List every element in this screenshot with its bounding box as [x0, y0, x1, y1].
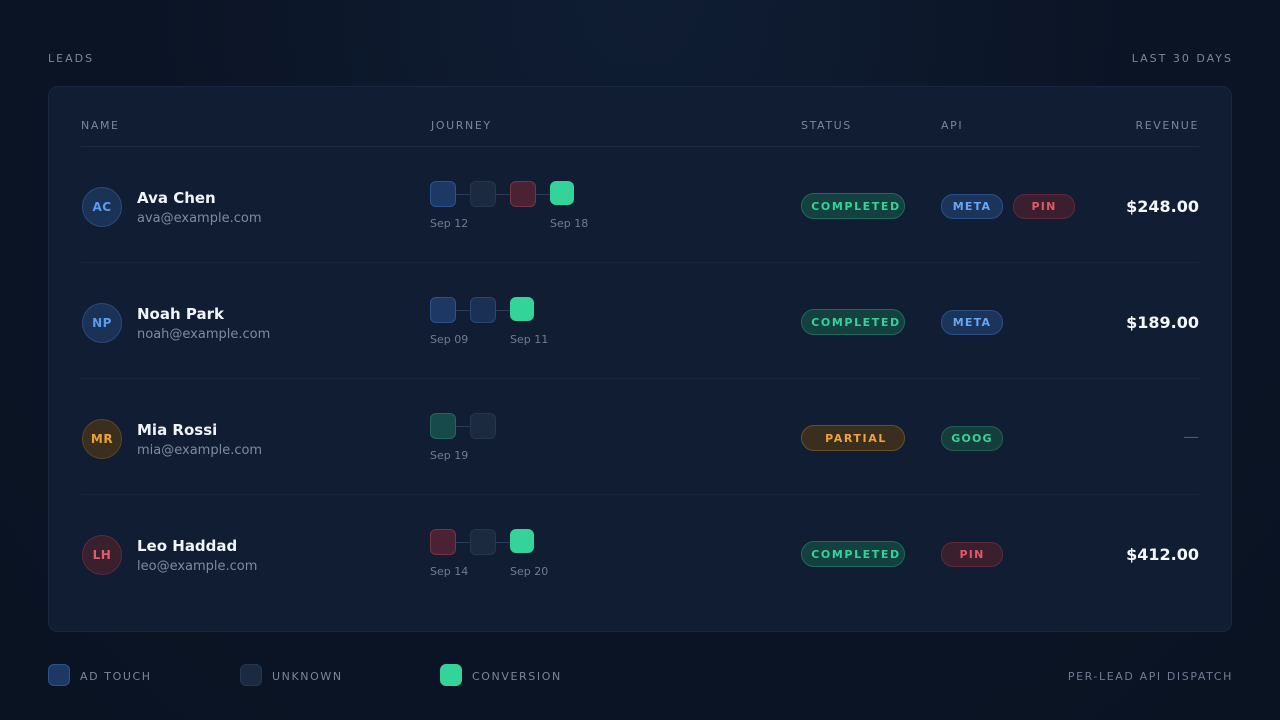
leads-table: NAME JOURNEY STATUS API REVENUE AC Ava C… — [48, 86, 1232, 632]
journey-start-date: Sep 19 — [430, 449, 469, 462]
column-header-name[interactable]: NAME — [81, 119, 120, 132]
status-badge: COMPLETED — [801, 309, 905, 335]
legend-label: CONVERSION — [472, 670, 562, 683]
journey-node-ad-touch[interactable] — [430, 529, 456, 555]
lead-email: ava@example.com — [137, 211, 262, 226]
avatar: MR — [82, 419, 122, 459]
lead-name: Mia Rossi — [137, 421, 218, 439]
avatar: LH — [82, 535, 122, 575]
table-row[interactable]: AC Ava Chen ava@example.com Sep 12 Sep 1… — [81, 147, 1199, 263]
journey-timeline: Sep 12 Sep 18 — [430, 181, 770, 241]
status-badge: PARTIAL — [801, 425, 905, 451]
lead-name: Leo Haddad — [137, 537, 238, 555]
journey-node-unknown[interactable] — [470, 413, 496, 439]
journey-timeline: Sep 09 Sep 11 — [430, 297, 770, 357]
api-badge-goog[interactable]: GOOG — [941, 426, 1003, 451]
journey-start-date: Sep 12 — [430, 217, 469, 230]
journey-node-conversion[interactable] — [510, 297, 534, 321]
journey-end-date: Sep 20 — [510, 565, 549, 578]
date-range-label[interactable]: LAST 30 DAYS — [1132, 52, 1233, 65]
column-header-status[interactable]: STATUS — [801, 119, 852, 132]
api-badge-meta[interactable]: META — [941, 310, 1003, 335]
status-badge: COMPLETED — [801, 541, 905, 567]
lead-name: Ava Chen — [137, 189, 216, 207]
column-header-journey[interactable]: JOURNEY — [431, 119, 492, 132]
lead-email: mia@example.com — [137, 443, 263, 458]
section-label: LEADS — [48, 52, 95, 65]
footer-note: PER-LEAD API DISPATCH — [1067, 670, 1233, 683]
journey-node-ad-touch[interactable] — [430, 181, 456, 207]
lead-email: leo@example.com — [137, 559, 258, 574]
avatar: NP — [82, 303, 122, 343]
journey-start-date: Sep 09 — [430, 333, 469, 346]
revenue-value: $412.00 — [1126, 545, 1199, 564]
journey-node-ad-touch[interactable] — [510, 181, 536, 207]
api-badge-pin[interactable]: PIN — [1013, 194, 1075, 219]
journey-timeline: Sep 19 — [430, 413, 770, 473]
journey-node-ad-touch[interactable] — [430, 297, 456, 323]
api-badge-meta[interactable]: META — [941, 194, 1003, 219]
revenue-value: $189.00 — [1126, 313, 1199, 332]
journey-end-date: Sep 11 — [510, 333, 549, 346]
journey-node-unknown[interactable] — [470, 181, 496, 207]
legend-swatch-conversion — [440, 664, 462, 686]
journey-connector — [456, 426, 470, 427]
legend-swatch-ad-touch — [48, 664, 70, 686]
revenue-value: — — [1183, 427, 1199, 446]
status-badge: COMPLETED — [801, 193, 905, 219]
api-badge-pin[interactable]: PIN — [941, 542, 1003, 567]
lead-email: noah@example.com — [137, 327, 271, 342]
lead-name: Noah Park — [137, 305, 224, 323]
avatar: AC — [82, 187, 122, 227]
journey-end-date: Sep 18 — [550, 217, 589, 230]
journey-node-ad-touch[interactable] — [470, 297, 496, 323]
column-header-api[interactable]: API — [941, 119, 963, 132]
journey-node-conversion[interactable] — [550, 181, 574, 205]
journey-node-unknown[interactable] — [470, 529, 496, 555]
journey-start-date: Sep 14 — [430, 565, 469, 578]
leads-page: LEADS LAST 30 DAYS NAME JOURNEY STATUS A… — [0, 0, 1280, 720]
table-row[interactable]: LH Leo Haddad leo@example.com Sep 14 Sep… — [81, 495, 1199, 611]
journey-timeline: Sep 14 Sep 20 — [430, 529, 770, 589]
revenue-value: $248.00 — [1126, 197, 1199, 216]
journey-node-conversion[interactable] — [510, 529, 534, 553]
legend-label: AD TOUCH — [80, 670, 152, 683]
table-row[interactable]: MR Mia Rossi mia@example.com Sep 19 PART… — [81, 379, 1199, 495]
journey-node-ad-touch[interactable] — [430, 413, 456, 439]
table-row[interactable]: NP Noah Park noah@example.com Sep 09 Sep… — [81, 263, 1199, 379]
column-header-revenue[interactable]: REVENUE — [1136, 119, 1200, 132]
table-header: NAME JOURNEY STATUS API REVENUE — [81, 87, 1199, 147]
legend-swatch-unknown — [240, 664, 262, 686]
legend-label: UNKNOWN — [272, 670, 343, 683]
